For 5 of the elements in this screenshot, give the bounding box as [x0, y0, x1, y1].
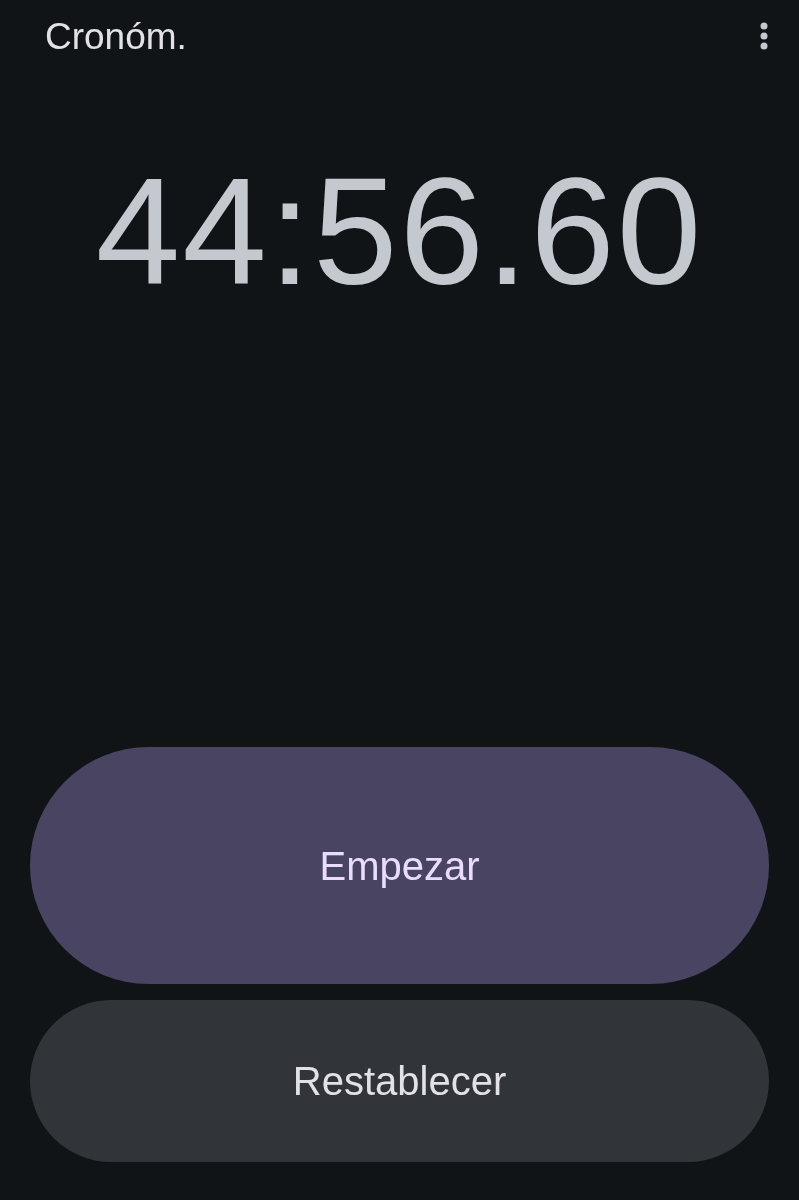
start-button[interactable]: Empezar [30, 747, 769, 984]
more-options-icon[interactable] [759, 22, 769, 50]
elapsed-time: 44:56.60 [95, 155, 704, 307]
reset-button[interactable]: Restablecer [30, 1000, 769, 1162]
screen-title: Cronóm. [45, 17, 187, 55]
